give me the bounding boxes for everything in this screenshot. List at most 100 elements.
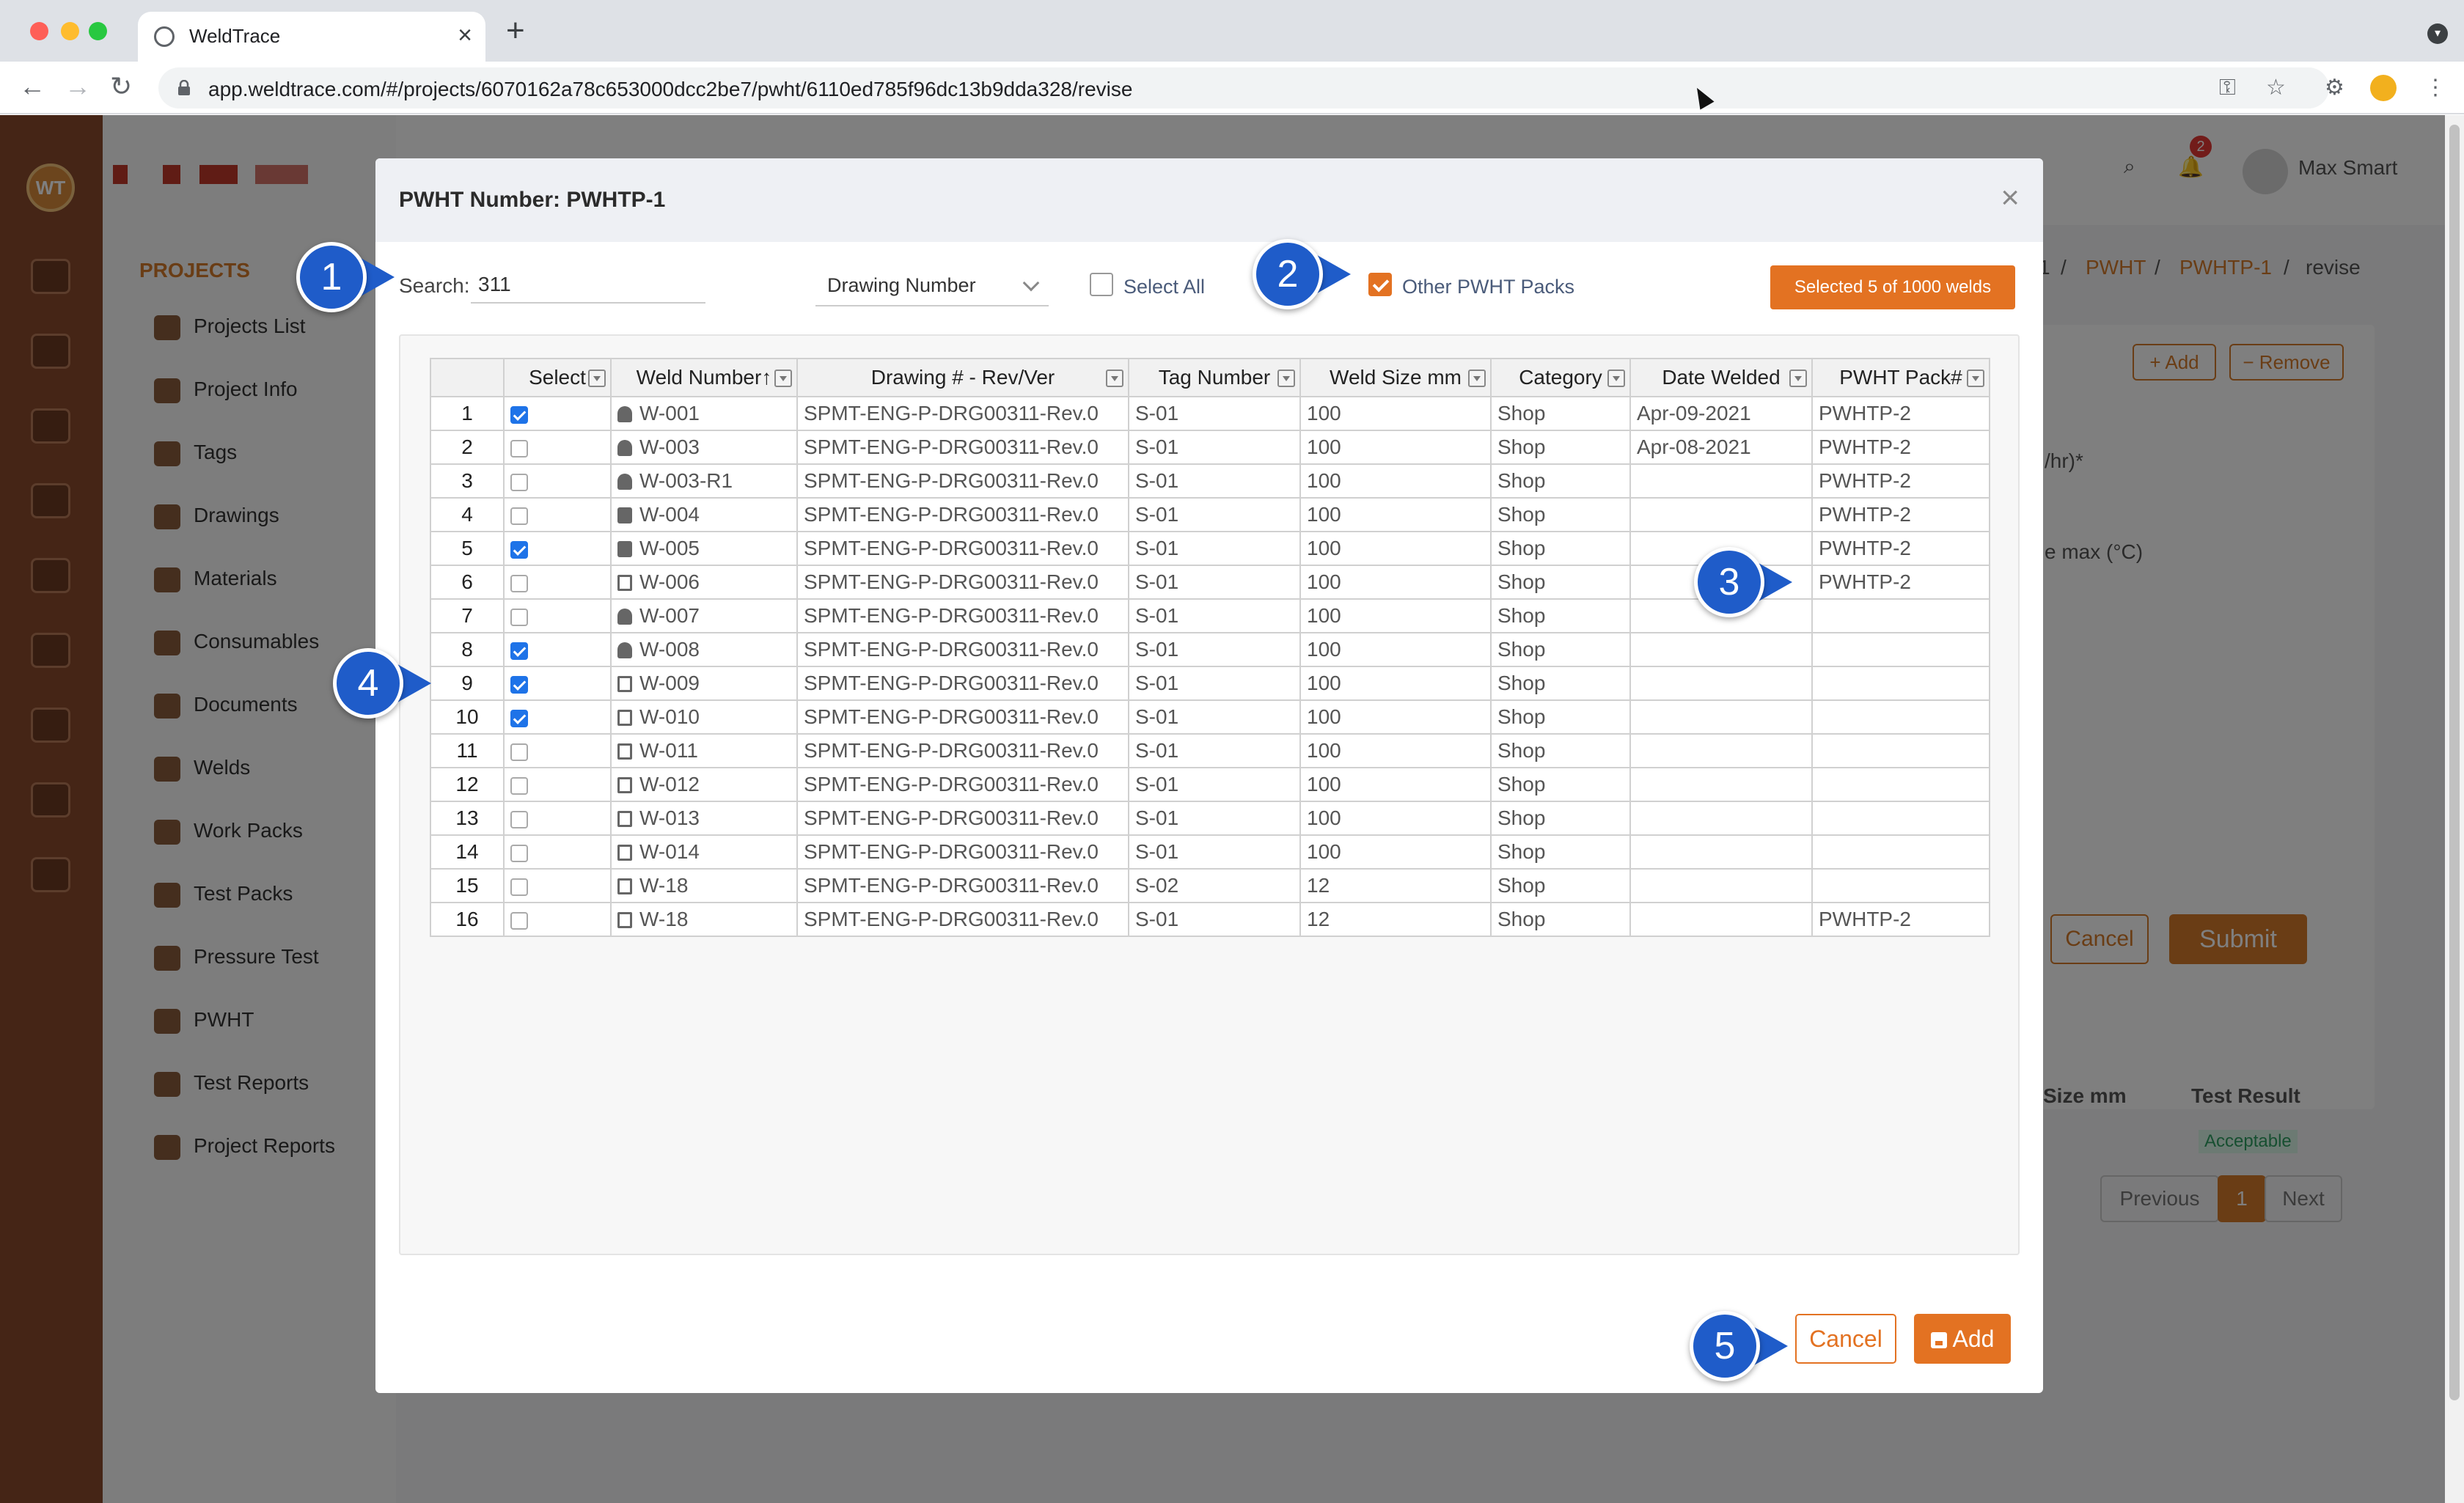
column-header-weld-number[interactable]: Weld Number↑	[610, 358, 798, 397]
column-header-date-welded[interactable]: Date Welded	[1629, 358, 1813, 397]
row-select-checkbox[interactable]	[510, 709, 528, 727]
select-cell[interactable]	[503, 396, 612, 431]
select-cell[interactable]	[503, 531, 612, 566]
row-select-checkbox[interactable]	[510, 675, 528, 694]
window-minimize-button[interactable]	[61, 22, 79, 40]
select-cell[interactable]	[503, 463, 612, 499]
weld-number-cell[interactable]: W-007	[610, 598, 798, 633]
select-cell[interactable]	[503, 868, 612, 903]
select-cell[interactable]	[503, 699, 612, 735]
select-cell[interactable]	[503, 666, 612, 701]
row-select-checkbox[interactable]	[510, 574, 528, 592]
address-bar[interactable]: app.weldtrace.com/#/projects/6070162a78c…	[158, 67, 2329, 109]
weld-number-cell[interactable]: W-005	[610, 531, 798, 566]
row-select-checkbox[interactable]	[510, 439, 528, 457]
table-row[interactable]: 3 W-003-R1 SPMT-ENG-P-DRG00311-Rev.0 S-01 10…	[430, 463, 1990, 499]
search-input[interactable]	[471, 267, 705, 304]
table-row[interactable]: 13 W-013 SPMT-ENG-P-DRG00311-Rev.0 S-01 100 S…	[430, 801, 1990, 836]
weld-number-cell[interactable]: W-012	[610, 767, 798, 802]
weld-number-cell[interactable]: W-013	[610, 801, 798, 836]
sort-ascending-icon[interactable]: ↑	[761, 366, 771, 389]
table-row[interactable]: 15 W-18 SPMT-ENG-P-DRG00311-Rev.0 S-02 12 Sho…	[430, 868, 1990, 903]
row-select-checkbox[interactable]	[510, 540, 528, 559]
row-select-checkbox[interactable]	[510, 507, 528, 525]
key-icon[interactable]: ⚿	[2219, 76, 2236, 100]
select-cell[interactable]	[503, 598, 612, 633]
filter-icon[interactable]	[1607, 370, 1625, 387]
filter-icon[interactable]	[588, 370, 606, 387]
weld-number-cell[interactable]: W-008	[610, 632, 798, 667]
filter-icon[interactable]	[1277, 370, 1295, 387]
table-row[interactable]: 12 W-012 SPMT-ENG-P-DRG00311-Rev.0 S-01 100 S…	[430, 767, 1990, 802]
select-cell[interactable]	[503, 497, 612, 532]
select-cell[interactable]	[503, 565, 612, 600]
table-row[interactable]: 1 W-001 SPMT-ENG-P-DRG00311-Rev.0 S-01 100 Sh…	[430, 396, 1990, 431]
row-select-checkbox[interactable]	[510, 878, 528, 896]
table-row[interactable]: 8 W-008 SPMT-ENG-P-DRG00311-Rev.0 S-01 100 Sh…	[430, 632, 1990, 667]
select-cell[interactable]	[503, 733, 612, 768]
browser-tab[interactable]: WeldTrace ×	[138, 12, 485, 62]
row-select-checkbox[interactable]	[510, 608, 528, 626]
row-select-checkbox[interactable]	[510, 405, 528, 424]
table-row[interactable]: 2 W-003 SPMT-ENG-P-DRG00311-Rev.0 S-01 100 Sh…	[430, 430, 1990, 465]
table-row[interactable]: 9 W-009 SPMT-ENG-P-DRG00311-Rev.0 S-01 100 Sh…	[430, 666, 1990, 701]
filter-icon[interactable]	[774, 370, 792, 387]
select-cell[interactable]	[503, 632, 612, 667]
cancel-button[interactable]: Cancel	[1795, 1314, 1896, 1364]
weld-number-cell[interactable]: W-003-R1	[610, 463, 798, 499]
weld-number-cell[interactable]: W-003	[610, 430, 798, 465]
browser-menu-icon[interactable]: ⋮	[2424, 76, 2446, 100]
window-zoom-button[interactable]	[89, 22, 107, 40]
filter-icon[interactable]	[1967, 370, 1984, 387]
add-button[interactable]: Add	[1914, 1314, 2011, 1364]
tab-search-icon[interactable]: ▾	[2427, 23, 2448, 44]
select-all-checkbox[interactable]	[1090, 273, 1113, 296]
profile-avatar[interactable]	[2370, 75, 2397, 101]
table-row[interactable]: 4 W-004 SPMT-ENG-P-DRG00311-Rev.0 S-01 100 Sh…	[430, 497, 1990, 532]
extensions-icon[interactable]: ⚙	[2325, 76, 2344, 100]
window-close-button[interactable]	[30, 22, 48, 40]
row-select-checkbox[interactable]	[510, 844, 528, 862]
row-select-checkbox[interactable]	[510, 776, 528, 795]
star-icon[interactable]: ☆	[2266, 76, 2286, 100]
column-header-drawing[interactable]: Drawing # - Rev/Ver	[796, 358, 1129, 397]
weld-number-cell[interactable]: W-010	[610, 699, 798, 735]
table-row[interactable]: 16 W-18 SPMT-ENG-P-DRG00311-Rev.0 S-01 12 Sho…	[430, 902, 1990, 937]
filter-icon[interactable]	[1106, 370, 1123, 387]
column-header-select[interactable]: Select	[503, 358, 612, 397]
search-field-select[interactable]: Drawing Number	[815, 265, 1049, 306]
weld-number-cell[interactable]: W-006	[610, 565, 798, 600]
column-header-tag-number[interactable]: Tag Number	[1128, 358, 1301, 397]
column-header-category[interactable]: Category	[1490, 358, 1631, 397]
table-row[interactable]: 14 W-014 SPMT-ENG-P-DRG00311-Rev.0 S-01 100 S…	[430, 834, 1990, 870]
tab-close-icon[interactable]: ×	[458, 21, 472, 50]
new-tab-button[interactable]: +	[506, 15, 525, 47]
weld-number-cell[interactable]: W-014	[610, 834, 798, 870]
weld-number-cell[interactable]: W-011	[610, 733, 798, 768]
row-select-checkbox[interactable]	[510, 473, 528, 491]
row-select-checkbox[interactable]	[510, 743, 528, 761]
select-all-label[interactable]: Select All	[1123, 276, 1205, 298]
filter-icon[interactable]	[1789, 370, 1807, 387]
weld-number-cell[interactable]: W-18	[610, 868, 798, 903]
table-row[interactable]: 11 W-011 SPMT-ENG-P-DRG00311-Rev.0 S-01 100 S…	[430, 733, 1990, 768]
reload-button[interactable]: ↻	[110, 72, 132, 101]
weld-number-cell[interactable]: W-004	[610, 497, 798, 532]
forward-button[interactable]: →	[65, 72, 91, 101]
select-cell[interactable]	[503, 430, 612, 465]
other-pwht-packs-label[interactable]: Other PWHT Packs	[1402, 276, 1574, 298]
column-header-pwht-pack[interactable]: PWHT Pack#	[1811, 358, 1990, 397]
select-cell[interactable]	[503, 767, 612, 802]
weld-number-cell[interactable]: W-009	[610, 666, 798, 701]
select-cell[interactable]	[503, 801, 612, 836]
weld-number-cell[interactable]: W-001	[610, 396, 798, 431]
row-select-checkbox[interactable]	[510, 810, 528, 828]
select-cell[interactable]	[503, 834, 612, 870]
column-header-weld-size[interactable]: Weld Size mm	[1299, 358, 1492, 397]
other-pwht-packs-checkbox[interactable]	[1368, 273, 1392, 296]
filter-icon[interactable]	[1468, 370, 1486, 387]
table-row[interactable]: 10 W-010 SPMT-ENG-P-DRG00311-Rev.0 S-01 100 S…	[430, 699, 1990, 735]
close-icon[interactable]: ×	[2001, 182, 2020, 214]
select-cell[interactable]	[503, 902, 612, 937]
back-button[interactable]: ←	[19, 72, 45, 101]
